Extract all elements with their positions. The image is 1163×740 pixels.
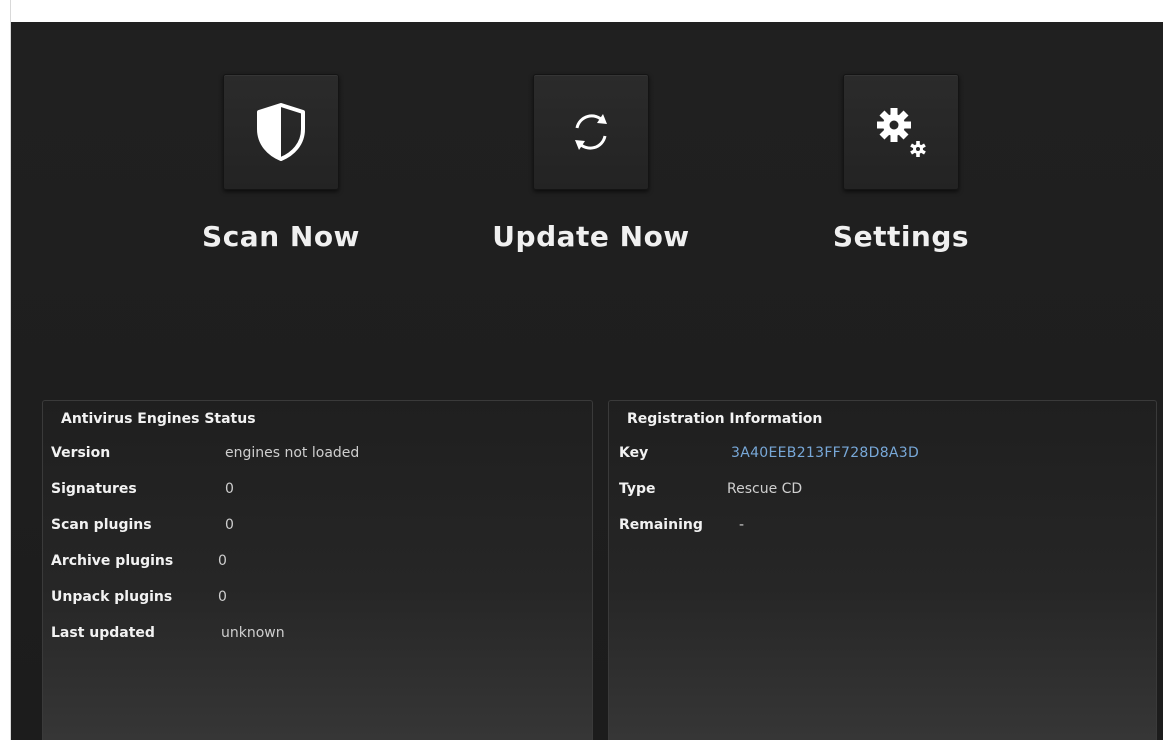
engine-row-value: 0 <box>218 589 227 605</box>
engine-row-value: 0 <box>225 481 234 497</box>
update-now-action: Update Now <box>471 74 711 253</box>
registration-row-label: Remaining <box>619 517 703 533</box>
gears-icon <box>877 108 926 157</box>
engine-row-label: Signatures <box>51 481 137 497</box>
registration-panel: Registration Information Key 3A40EEB213F… <box>608 400 1157 740</box>
settings-action: Settings <box>781 74 1021 253</box>
settings-label[interactable]: Settings <box>781 220 1021 253</box>
engines-status-panel: Antivirus Engines Status Version engines… <box>42 400 593 740</box>
scan-now-label[interactable]: Scan Now <box>161 220 401 253</box>
scan-now-action: Scan Now <box>161 74 401 253</box>
engines-status-title: Antivirus Engines Status <box>61 411 256 427</box>
refresh-icon <box>575 114 607 150</box>
window-edge <box>0 0 11 740</box>
engine-row-value: engines not loaded <box>225 445 360 461</box>
engine-row-label: Version <box>51 445 111 461</box>
engine-row-label: Unpack plugins <box>51 589 173 605</box>
registration-row-label: Type <box>619 481 656 497</box>
update-now-label[interactable]: Update Now <box>471 220 711 253</box>
update-now-button[interactable] <box>533 74 649 190</box>
engine-row-value: unknown <box>221 625 285 641</box>
engine-row-value: 0 <box>218 553 227 569</box>
antivirus-main-window: Scan Now Update Now Settings Antivirus E… <box>11 22 1163 740</box>
settings-button[interactable] <box>843 74 959 190</box>
registration-row-value: - <box>739 517 745 533</box>
engine-row-label: Scan plugins <box>51 517 152 533</box>
registration-title: Registration Information <box>627 411 823 427</box>
scan-now-button[interactable] <box>223 74 339 190</box>
engine-row-value: 0 <box>225 517 234 533</box>
shield-icon <box>257 103 305 161</box>
engine-row-label: Last updated <box>51 625 155 641</box>
engine-row-label: Archive plugins <box>51 553 174 569</box>
registration-key-value: 3A40EEB213FF728D8A3D <box>731 445 920 461</box>
registration-row-label: Key <box>619 445 649 461</box>
registration-row-value: Rescue CD <box>727 481 803 497</box>
